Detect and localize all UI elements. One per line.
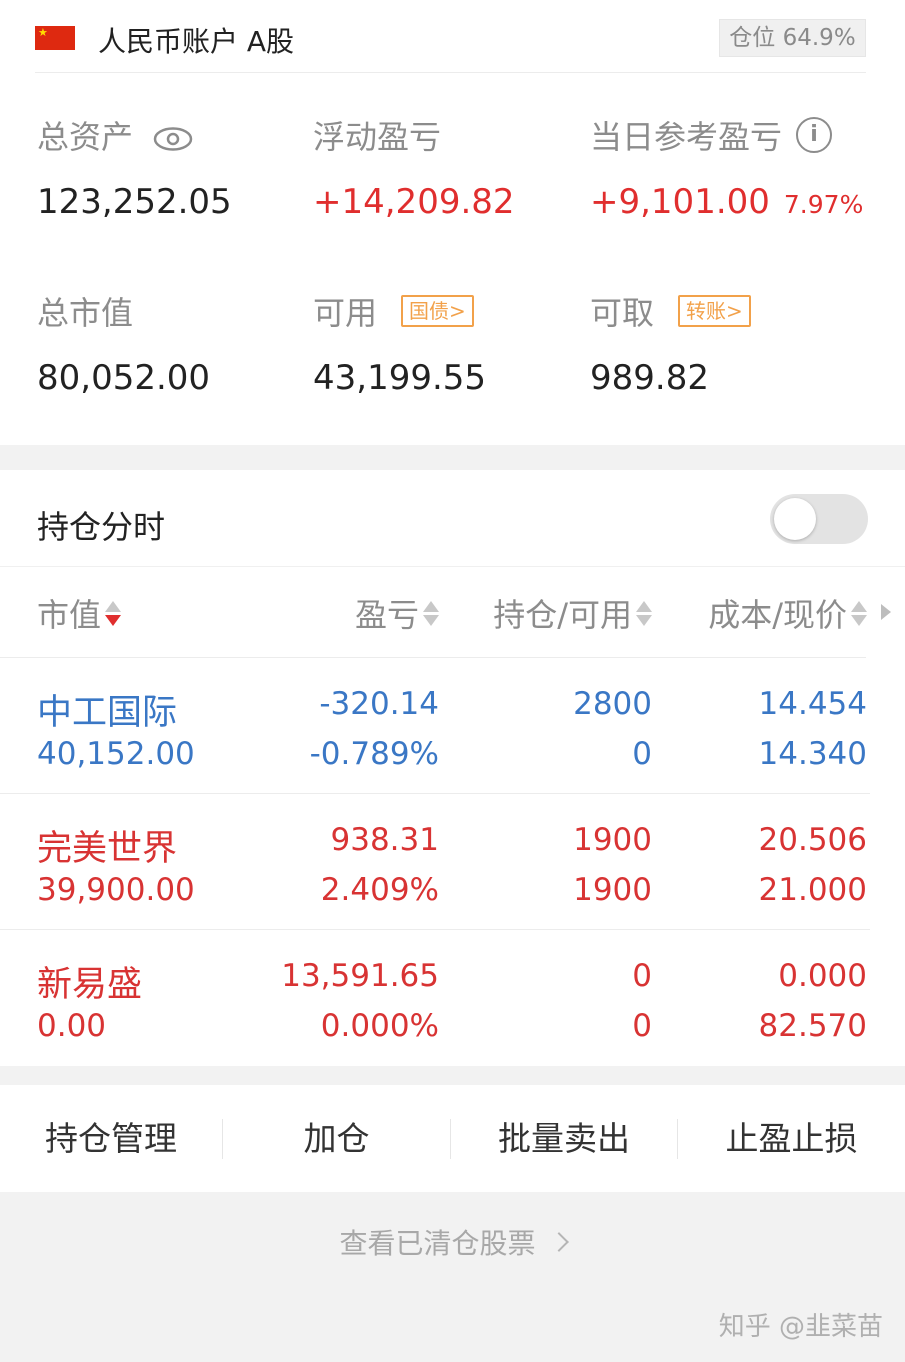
daily-pl-label: 当日参考盈亏 [590, 118, 783, 156]
stock-market-value: 0.00 [37, 1008, 107, 1044]
stock-market-value: 40,152.00 [37, 736, 195, 772]
daily-pl-metric: 当日参考盈亏 i +9,101.00 7.97% [590, 112, 863, 222]
market-value-label: 总市值 [37, 294, 134, 332]
treasury-bond-tag[interactable]: 国债> [401, 295, 474, 327]
stop-profit-loss-button[interactable]: 止盈止损 [678, 1085, 905, 1192]
total-assets-value: 123,252.05 [37, 182, 232, 222]
stock-price: 21.000 [758, 872, 867, 908]
section-divider [0, 566, 905, 567]
watermark: 知乎 @韭菜苗 [718, 1312, 883, 1342]
account-card: ★ 人民币账户 A股 仓位 64.9% 总资产 123,252.05 浮动盈亏 … [0, 0, 905, 445]
stock-name: 新易盛 [37, 965, 143, 1005]
stock-name: 完美世界 [37, 829, 178, 869]
stock-quantity: 2800 [573, 686, 652, 722]
column-market-value-label: 市值 [37, 596, 102, 634]
position-ratio-badge: 仓位 64.9% [719, 19, 866, 57]
daily-pl-percent: 7.97% [783, 190, 864, 219]
sort-icon [636, 600, 652, 626]
market-value-value: 80,052.00 [37, 358, 211, 398]
column-profit-loss[interactable]: 盈亏 [355, 590, 439, 636]
daily-pl-value: +9,101.00 [590, 182, 770, 222]
account-header[interactable]: ★ 人民币账户 A股 仓位 64.9% [0, 0, 905, 74]
stock-cost: 20.506 [758, 822, 867, 858]
column-market-value[interactable]: 市值 [37, 590, 122, 636]
column-profit-loss-label: 盈亏 [354, 596, 419, 634]
header-divider [35, 72, 866, 73]
total-assets-label: 总资产 [37, 118, 134, 156]
stock-cost: 0.000 [778, 958, 867, 994]
available-value: 43,199.55 [313, 358, 487, 398]
sort-icon [423, 600, 439, 626]
withdrawable-metric: 可取 转账> 989.82 [590, 288, 751, 398]
stock-profit-loss-percent: 0.000% [320, 1008, 439, 1044]
holdings-intraday-title: 持仓分时 [37, 508, 166, 546]
total-assets-metric: 总资产 123,252.05 [37, 112, 232, 222]
scroll-right-icon[interactable] [881, 604, 891, 620]
chevron-right-icon [548, 1232, 569, 1252]
account-title: 人民币账户 A股 [98, 25, 295, 58]
stock-cost: 14.454 [758, 686, 867, 722]
sort-icon [105, 600, 122, 626]
stock-profit-loss: -320.14 [319, 686, 439, 722]
sort-icon [851, 600, 867, 626]
transfer-tag[interactable]: 转账> [678, 295, 751, 327]
column-cost-price[interactable]: 成本/现价 [708, 590, 867, 636]
stock-available: 1900 [573, 872, 652, 908]
column-cost-price-label: 成本/现价 [708, 596, 847, 634]
stock-profit-loss: 938.31 [330, 822, 439, 858]
holdings-intraday-toggle[interactable] [770, 494, 868, 544]
stock-market-value: 39,900.00 [37, 872, 195, 908]
view-cleared-stocks-link[interactable]: 查看已清仓股票 [0, 1222, 905, 1262]
column-quantity-available[interactable]: 持仓/可用 [493, 590, 652, 636]
stock-profit-loss: 13,591.65 [281, 958, 439, 994]
stock-price: 14.340 [758, 736, 867, 772]
stock-quantity: 1900 [573, 822, 652, 858]
eye-icon[interactable] [153, 122, 193, 151]
floating-pl-value: +14,209.82 [313, 182, 515, 222]
market-value-metric: 总市值 80,052.00 [37, 288, 210, 398]
floating-pl-label: 浮动盈亏 [313, 118, 442, 156]
toggle-knob [774, 498, 816, 540]
batch-sell-button[interactable]: 批量卖出 [451, 1085, 677, 1192]
stock-profit-loss-percent: 2.409% [320, 872, 439, 908]
view-cleared-stocks-label: 查看已清仓股票 [339, 1227, 536, 1260]
column-quantity-available-label: 持仓/可用 [493, 596, 632, 634]
stock-name: 中工国际 [37, 693, 178, 733]
holding-row[interactable]: 新易盛 0.00 13,591.65 0.000% 0 0 0.000 82.5… [0, 930, 905, 1066]
available-label: 可用 [313, 294, 378, 332]
holdings-panel: 持仓分时 市值 盈亏 持仓/可用 成本/现价 中工国际 40,152.00 -3… [0, 470, 905, 1066]
available-metric: 可用 国债> 43,199.55 [313, 288, 486, 398]
info-icon[interactable]: i [796, 117, 833, 153]
withdrawable-value: 989.82 [590, 358, 709, 398]
add-position-button[interactable]: 加仓 [223, 1085, 450, 1192]
stock-profit-loss-percent: -0.789% [309, 736, 439, 772]
withdrawable-label: 可取 [590, 294, 655, 332]
action-bar: 持仓管理 加仓 批量卖出 止盈止损 [0, 1085, 905, 1192]
floating-pl-metric: 浮动盈亏 +14,209.82 [313, 112, 515, 222]
manage-positions-button[interactable]: 持仓管理 [0, 1085, 222, 1192]
stock-available: 0 [632, 1008, 652, 1044]
holding-row[interactable]: 完美世界 39,900.00 938.31 2.409% 1900 1900 2… [0, 794, 905, 930]
holding-row[interactable]: 中工国际 40,152.00 -320.14 -0.789% 2800 0 14… [0, 658, 905, 794]
stock-price: 82.570 [758, 1008, 867, 1044]
stock-available: 0 [632, 736, 652, 772]
stock-quantity: 0 [632, 958, 652, 994]
cn-flag-icon: ★ [35, 26, 75, 50]
